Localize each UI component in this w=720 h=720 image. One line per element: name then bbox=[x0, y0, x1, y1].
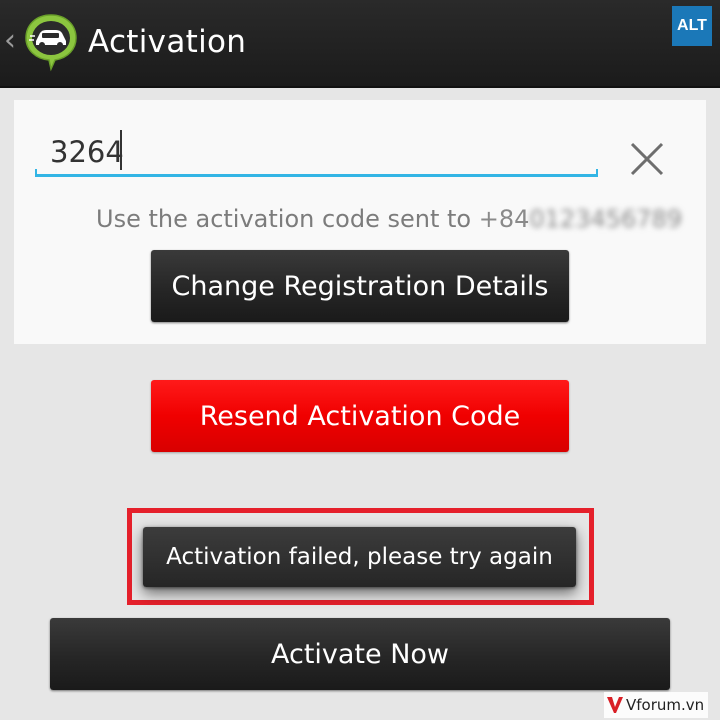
hint-text: Use the activation code sent to bbox=[96, 205, 479, 233]
vforum-logo-icon bbox=[607, 697, 623, 713]
error-toast: Activation failed, please try again bbox=[143, 527, 576, 587]
action-bar: ‹ Activation ALT bbox=[0, 0, 720, 88]
watermark-text: Vforum.vn bbox=[626, 696, 705, 714]
app-logo-icon[interactable] bbox=[22, 12, 80, 72]
activate-now-button[interactable]: Activate Now bbox=[50, 618, 670, 690]
resend-code-button[interactable]: Resend Activation Code bbox=[151, 380, 569, 452]
text-cursor bbox=[120, 130, 122, 170]
activation-hint: Use the activation code sent to +8401234… bbox=[96, 205, 682, 233]
phone-number-blurred: 0123456789 bbox=[529, 205, 683, 233]
page-title: Activation bbox=[88, 24, 247, 60]
back-chevron-icon[interactable]: ‹ bbox=[4, 26, 16, 56]
close-icon[interactable] bbox=[628, 140, 666, 178]
alt-badge: ALT bbox=[672, 6, 712, 46]
watermark: Vforum.vn bbox=[604, 692, 709, 718]
change-registration-button[interactable]: Change Registration Details bbox=[151, 250, 569, 322]
phone-prefix: +84 bbox=[478, 205, 530, 233]
input-underline bbox=[35, 169, 598, 177]
